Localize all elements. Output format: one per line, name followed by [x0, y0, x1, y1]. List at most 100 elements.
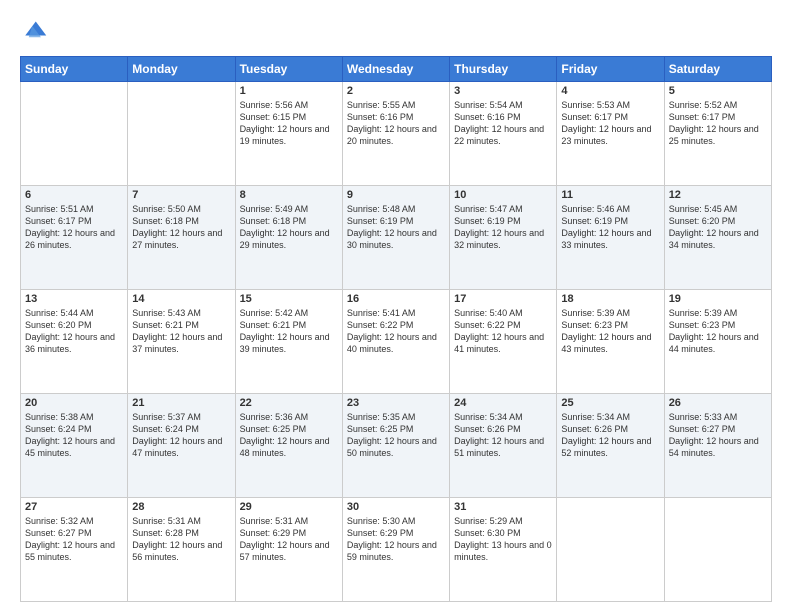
day-number: 17 [454, 293, 552, 305]
calendar-cell: 13 Sunrise: 5:44 AM Sunset: 6:20 PM Dayli… [21, 290, 128, 394]
calendar-cell: 21 Sunrise: 5:37 AM Sunset: 6:24 PM Dayli… [128, 394, 235, 498]
calendar-cell: 28 Sunrise: 5:31 AM Sunset: 6:28 PM Dayli… [128, 498, 235, 602]
day-number: 24 [454, 397, 552, 409]
calendar-cell: 4 Sunrise: 5:53 AM Sunset: 6:17 PM Daylig… [557, 82, 664, 186]
calendar-cell: 14 Sunrise: 5:43 AM Sunset: 6:21 PM Dayli… [128, 290, 235, 394]
day-number: 23 [347, 397, 445, 409]
day-info: Sunrise: 5:39 AM Sunset: 6:23 PM Dayligh… [561, 307, 659, 356]
calendar-cell: 31Sunrise: 5:29 AM Sunset: 6:30 PM Dayli… [450, 498, 557, 602]
week-row-1: 1 Sunrise: 5:56 AM Sunset: 6:15 PM Daylig… [21, 82, 772, 186]
day-info: Sunrise: 5:56 AM Sunset: 6:15 PM Dayligh… [240, 99, 338, 148]
day-number: 5 [669, 85, 767, 97]
day-number: 29 [240, 501, 338, 513]
calendar-cell: 27Sunrise: 5:32 AM Sunset: 6:27 PM Dayli… [21, 498, 128, 602]
day-info: Sunrise: 5:35 AM Sunset: 6:25 PM Dayligh… [347, 411, 445, 460]
calendar-cell: 24 Sunrise: 5:34 AM Sunset: 6:26 PM Dayli… [450, 394, 557, 498]
day-number: 1 [240, 85, 338, 97]
day-info: Sunrise: 5:34 AM Sunset: 6:26 PM Dayligh… [454, 411, 552, 460]
calendar-cell [557, 498, 664, 602]
calendar-cell: 6Sunrise: 5:51 AM Sunset: 6:17 PM Daylig… [21, 186, 128, 290]
day-number: 15 [240, 293, 338, 305]
week-row-5: 27Sunrise: 5:32 AM Sunset: 6:27 PM Dayli… [21, 498, 772, 602]
day-number: 3 [454, 85, 552, 97]
day-info: Sunrise: 5:33 AM Sunset: 6:27 PM Dayligh… [669, 411, 767, 460]
day-info: Sunrise: 5:43 AM Sunset: 6:21 PM Dayligh… [132, 307, 230, 356]
calendar-table: SundayMondayTuesdayWednesdayThursdayFrid… [20, 56, 772, 602]
day-number: 12 [669, 189, 767, 201]
day-info: Sunrise: 5:31 AM Sunset: 6:29 PM Dayligh… [240, 515, 338, 564]
calendar-cell [21, 82, 128, 186]
day-number: 28 [132, 501, 230, 513]
calendar-cell: 5 Sunrise: 5:52 AM Sunset: 6:17 PM Daylig… [664, 82, 771, 186]
day-info: Sunrise: 5:52 AM Sunset: 6:17 PM Dayligh… [669, 99, 767, 148]
day-number: 21 [132, 397, 230, 409]
day-info: Sunrise: 5:50 AM Sunset: 6:18 PM Dayligh… [132, 203, 230, 252]
day-number: 6 [25, 189, 123, 201]
col-header-wednesday: Wednesday [342, 57, 449, 82]
calendar-cell: 11 Sunrise: 5:46 AM Sunset: 6:19 PM Dayli… [557, 186, 664, 290]
page: SundayMondayTuesdayWednesdayThursdayFrid… [0, 0, 792, 612]
day-info: Sunrise: 5:45 AM Sunset: 6:20 PM Dayligh… [669, 203, 767, 252]
day-info: Sunrise: 5:55 AM Sunset: 6:16 PM Dayligh… [347, 99, 445, 148]
calendar-cell: 16Sunrise: 5:41 AM Sunset: 6:22 PM Dayli… [342, 290, 449, 394]
calendar-cell: 3 Sunrise: 5:54 AM Sunset: 6:16 PM Daylig… [450, 82, 557, 186]
calendar-cell: 19 Sunrise: 5:39 AM Sunset: 6:23 PM Dayli… [664, 290, 771, 394]
day-info: Sunrise: 5:47 AM Sunset: 6:19 PM Dayligh… [454, 203, 552, 252]
calendar-cell: 12 Sunrise: 5:45 AM Sunset: 6:20 PM Dayli… [664, 186, 771, 290]
day-number: 9 [347, 189, 445, 201]
day-number: 7 [132, 189, 230, 201]
calendar-cell: 9 Sunrise: 5:48 AM Sunset: 6:19 PM Daylig… [342, 186, 449, 290]
day-info: Sunrise: 5:31 AM Sunset: 6:28 PM Dayligh… [132, 515, 230, 564]
day-number: 13 [25, 293, 123, 305]
day-info: Sunrise: 5:53 AM Sunset: 6:17 PM Dayligh… [561, 99, 659, 148]
col-header-saturday: Saturday [664, 57, 771, 82]
calendar-cell: 17 Sunrise: 5:40 AM Sunset: 6:22 PM Dayli… [450, 290, 557, 394]
day-info: Sunrise: 5:32 AM Sunset: 6:27 PM Dayligh… [25, 515, 123, 564]
col-header-friday: Friday [557, 57, 664, 82]
day-info: Sunrise: 5:37 AM Sunset: 6:24 PM Dayligh… [132, 411, 230, 460]
day-number: 2 [347, 85, 445, 97]
col-header-sunday: Sunday [21, 57, 128, 82]
calendar-cell: 29 Sunrise: 5:31 AM Sunset: 6:29 PM Dayli… [235, 498, 342, 602]
col-header-monday: Monday [128, 57, 235, 82]
calendar-cell: 10 Sunrise: 5:47 AM Sunset: 6:19 PM Dayli… [450, 186, 557, 290]
calendar-cell: 26 Sunrise: 5:33 AM Sunset: 6:27 PM Dayli… [664, 394, 771, 498]
day-info: Sunrise: 5:44 AM Sunset: 6:20 PM Dayligh… [25, 307, 123, 356]
calendar-cell: 22 Sunrise: 5:36 AM Sunset: 6:25 PM Dayli… [235, 394, 342, 498]
calendar-cell: 18 Sunrise: 5:39 AM Sunset: 6:23 PM Dayli… [557, 290, 664, 394]
day-number: 4 [561, 85, 659, 97]
day-number: 18 [561, 293, 659, 305]
day-number: 31 [454, 501, 552, 513]
day-number: 11 [561, 189, 659, 201]
day-info: Sunrise: 5:39 AM Sunset: 6:23 PM Dayligh… [669, 307, 767, 356]
day-number: 8 [240, 189, 338, 201]
calendar-cell [128, 82, 235, 186]
day-number: 14 [132, 293, 230, 305]
day-info: Sunrise: 5:46 AM Sunset: 6:19 PM Dayligh… [561, 203, 659, 252]
calendar-cell: 8 Sunrise: 5:49 AM Sunset: 6:18 PM Daylig… [235, 186, 342, 290]
day-info: Sunrise: 5:34 AM Sunset: 6:26 PM Dayligh… [561, 411, 659, 460]
calendar-cell [664, 498, 771, 602]
calendar-header-row: SundayMondayTuesdayWednesdayThursdayFrid… [21, 57, 772, 82]
week-row-2: 6Sunrise: 5:51 AM Sunset: 6:17 PM Daylig… [21, 186, 772, 290]
col-header-tuesday: Tuesday [235, 57, 342, 82]
day-number: 22 [240, 397, 338, 409]
calendar-cell: 7 Sunrise: 5:50 AM Sunset: 6:18 PM Daylig… [128, 186, 235, 290]
day-info: Sunrise: 5:54 AM Sunset: 6:16 PM Dayligh… [454, 99, 552, 148]
day-number: 26 [669, 397, 767, 409]
logo-icon [20, 18, 48, 46]
calendar-cell: 23 Sunrise: 5:35 AM Sunset: 6:25 PM Dayli… [342, 394, 449, 498]
day-number: 20 [25, 397, 123, 409]
calendar-cell: 1 Sunrise: 5:56 AM Sunset: 6:15 PM Daylig… [235, 82, 342, 186]
day-info: Sunrise: 5:36 AM Sunset: 6:25 PM Dayligh… [240, 411, 338, 460]
day-number: 16 [347, 293, 445, 305]
calendar-cell: 25Sunrise: 5:34 AM Sunset: 6:26 PM Dayli… [557, 394, 664, 498]
day-info: Sunrise: 5:49 AM Sunset: 6:18 PM Dayligh… [240, 203, 338, 252]
day-info: Sunrise: 5:40 AM Sunset: 6:22 PM Dayligh… [454, 307, 552, 356]
calendar-cell: 30Sunrise: 5:30 AM Sunset: 6:29 PM Dayli… [342, 498, 449, 602]
day-number: 30 [347, 501, 445, 513]
day-number: 10 [454, 189, 552, 201]
day-info: Sunrise: 5:48 AM Sunset: 6:19 PM Dayligh… [347, 203, 445, 252]
week-row-3: 13 Sunrise: 5:44 AM Sunset: 6:20 PM Dayli… [21, 290, 772, 394]
day-number: 19 [669, 293, 767, 305]
